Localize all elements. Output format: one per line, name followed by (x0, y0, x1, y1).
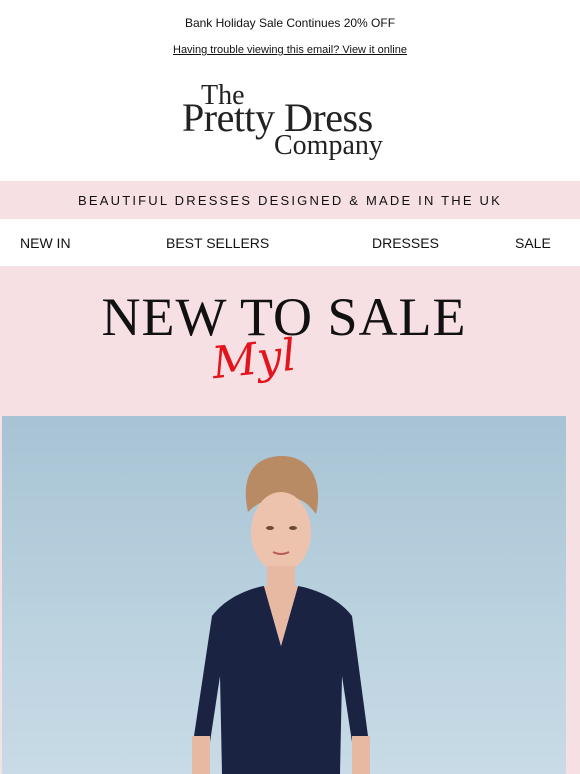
view-online-link[interactable]: Having trouble viewing this email? View … (173, 44, 407, 56)
nav-item-new-in[interactable]: NEW IN (20, 235, 71, 251)
logo-line-3: Company (274, 130, 383, 161)
model-in-dress-illustration (192, 456, 370, 774)
product-photo[interactable] (2, 416, 566, 774)
main-navigation: NEW IN BEST SELLERS DRESSES SALE (0, 221, 580, 265)
hero-banner[interactable]: NEW TO SALE Myl (0, 266, 580, 774)
promo-banner-text: Bank Holiday Sale Continues 20% OFF (184, 16, 396, 30)
nav-item-best-sellers[interactable]: BEST SELLERS (166, 235, 269, 251)
nav-item-dresses[interactable]: DRESSES (372, 235, 439, 251)
hero-subtitle: Myl (209, 329, 299, 390)
nav-item-sale[interactable]: SALE (515, 235, 551, 251)
brand-tagline: BEAUTIFUL DRESSES DESIGNED & MADE IN THE… (0, 181, 580, 219)
view-online-line: Having trouble viewing this email? View … (0, 44, 580, 56)
brand-logo[interactable]: The Pretty Dress Company (0, 80, 580, 164)
